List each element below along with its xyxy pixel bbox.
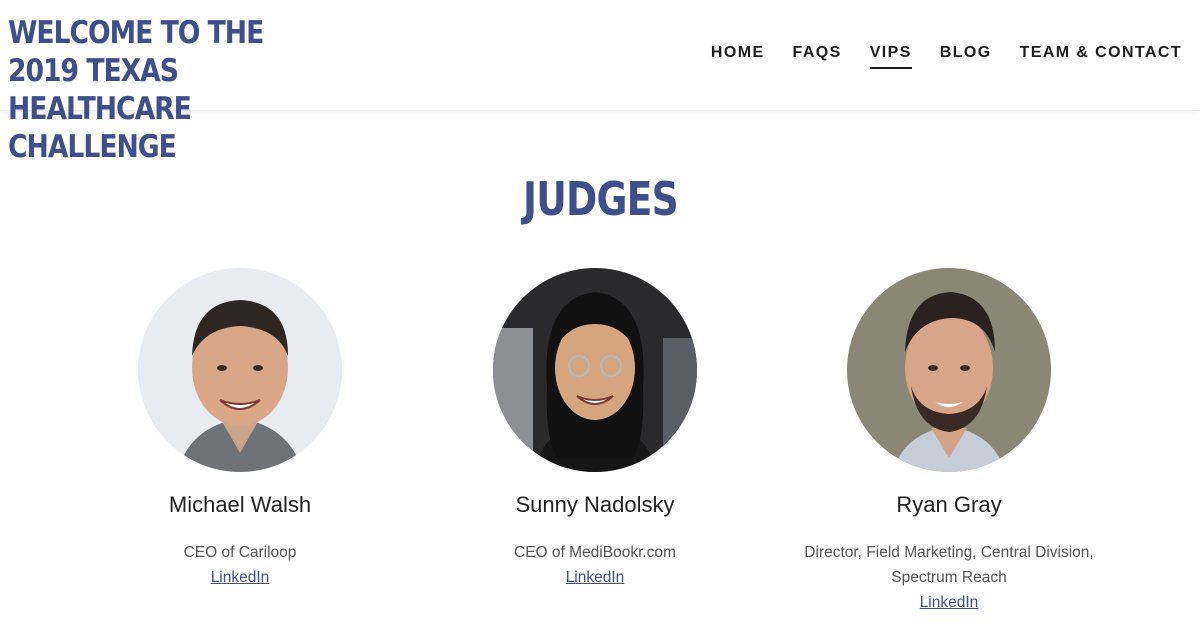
nav-team-contact[interactable]: TEAM & CONTACT (1020, 44, 1182, 69)
judge-name: Ryan Gray (896, 492, 1002, 517)
linkedin-link[interactable]: LinkedIn (415, 565, 775, 590)
judge-photo (493, 268, 697, 472)
judge-role: CEO of MediBookr.com (514, 544, 676, 561)
linkedin-link[interactable]: LinkedIn (769, 590, 1129, 615)
main-nav: HOME FAQS VIPS BLOG TEAM & CONTACT (711, 44, 1182, 69)
linkedin-link[interactable]: LinkedIn (60, 565, 420, 590)
judge-role: Director, Field Marketing, Central Divis… (804, 544, 1094, 586)
nav-vips[interactable]: VIPS (869, 44, 912, 69)
site-header: WELCOME TO THE 2019 TEXAS HEALTHCARE CHA… (0, 0, 1200, 165)
judge-role: CEO of Cariloop (183, 544, 297, 561)
nav-blog[interactable]: BLOG (940, 44, 992, 69)
judge-card: Michael Walsh CEO of Cariloop LinkedIn (60, 268, 420, 590)
nav-home[interactable]: HOME (711, 44, 765, 69)
nav-faqs[interactable]: FAQS (793, 44, 842, 69)
site-title[interactable]: WELCOME TO THE 2019 TEXAS HEALTHCARE CHA… (8, 14, 335, 166)
judge-card: Ryan Gray Director, Field Marketing, Cen… (769, 268, 1129, 615)
judge-card: Sunny Nadolsky CEO of MediBookr.com Link… (415, 268, 775, 590)
section-title: JUDGES (522, 172, 679, 226)
judge-photo (138, 268, 342, 472)
judge-photo (847, 268, 1051, 472)
judge-name: Michael Walsh (168, 492, 312, 517)
judge-name: Sunny Nadolsky (515, 492, 675, 517)
